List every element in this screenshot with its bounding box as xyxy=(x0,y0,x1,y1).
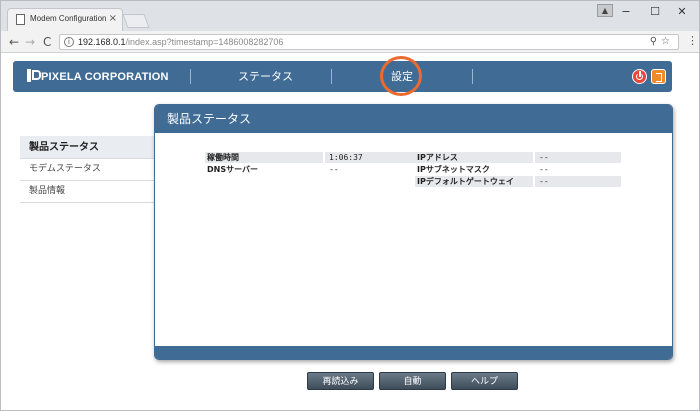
document-icon xyxy=(16,14,25,25)
sidebar: 製品ステータス モデムステータス 製品情報 xyxy=(20,136,154,203)
browser-tab[interactable]: Modem Configuration In × xyxy=(7,8,123,31)
new-tab-button[interactable] xyxy=(122,14,150,28)
dns-server-label: DNSサーバー xyxy=(207,165,259,174)
uptime-label: 稼働時間 xyxy=(205,152,323,163)
back-arrow-icon[interactable]: ← xyxy=(9,34,19,50)
nav-divider xyxy=(190,69,191,84)
bookmark-star-icon[interactable]: ⚲☆ xyxy=(650,36,674,47)
tab-strip: Modem Configuration In × ▲ − ☐ ✕ xyxy=(1,1,699,31)
help-button[interactable]: ヘルプ xyxy=(451,372,518,390)
ip-address-value: -- xyxy=(535,152,621,163)
reload-button[interactable]: 再読込み xyxy=(307,372,374,390)
browser-toolbar: ← → C i 192.168.0.1/index.asp?timestamp=… xyxy=(1,31,699,53)
subnet-mask-value: -- xyxy=(539,165,549,174)
panel-footer xyxy=(155,346,672,359)
info-icon[interactable]: i xyxy=(64,37,74,47)
ip-address-label: IPアドレス xyxy=(415,152,533,163)
close-window-button[interactable]: ✕ xyxy=(669,3,695,21)
url-text[interactable]: 192.168.0.1/index.asp?timestamp=14860082… xyxy=(78,37,283,47)
app-header: PIXELA CORPORATION ステータス 設定 xyxy=(13,61,672,92)
address-bar[interactable]: i 192.168.0.1/index.asp?timestamp=148600… xyxy=(59,34,679,50)
logout-icon[interactable] xyxy=(651,69,666,84)
auto-button[interactable]: 自動 xyxy=(379,372,446,390)
sidebar-item-product-info[interactable]: 製品情報 xyxy=(20,181,154,203)
browser-window: Modem Configuration In × ▲ − ☐ ✕ ← → C i… xyxy=(0,0,700,411)
uptime-value: 1:06:37 xyxy=(325,152,415,163)
status-panel: 製品ステータス 稼働時間 1:06:37 DNSサーバー -- IPアドレス -… xyxy=(154,104,673,360)
power-icon[interactable] xyxy=(632,69,647,84)
nav-status[interactable]: ステータス xyxy=(238,68,293,84)
browser-menu-icon[interactable]: ⋮ xyxy=(687,34,698,47)
settings-highlight-circle xyxy=(380,56,422,96)
forward-arrow-icon[interactable]: → xyxy=(25,34,35,50)
subnet-mask-label: IPサブネットマスク xyxy=(417,165,490,174)
nav-divider xyxy=(472,69,473,84)
panel-title: 製品ステータス xyxy=(155,105,672,133)
tab-close-icon[interactable]: × xyxy=(109,12,117,26)
reload-icon[interactable]: C xyxy=(43,34,51,50)
tab-title: Modem Configuration In xyxy=(30,14,108,23)
default-gateway-value: -- xyxy=(535,176,621,187)
pixela-logo-icon xyxy=(27,69,41,82)
sidebar-item-product-status[interactable]: 製品ステータス xyxy=(20,136,154,159)
profile-icon[interactable]: ▲ xyxy=(597,4,613,17)
minimize-button[interactable]: − xyxy=(613,3,639,21)
logo: PIXELA CORPORATION xyxy=(27,69,169,83)
maximize-button[interactable]: ☐ xyxy=(642,3,668,21)
default-gateway-label: IPデフォルトゲートウェイ xyxy=(415,176,533,187)
sidebar-item-modem-status[interactable]: モデムステータス xyxy=(20,159,154,181)
nav-divider xyxy=(331,69,332,84)
dns-server-value: -- xyxy=(329,165,339,174)
